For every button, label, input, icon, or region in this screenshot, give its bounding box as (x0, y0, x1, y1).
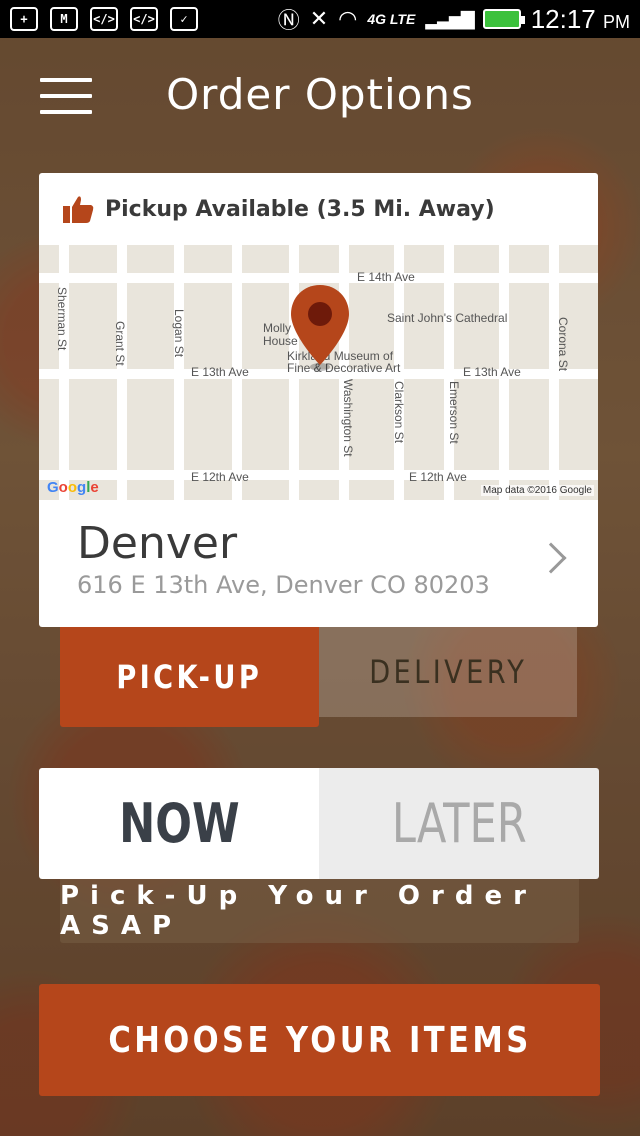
page-title: Order Options (166, 70, 474, 119)
signal-icon: ▂▃▅▇ (425, 8, 474, 29)
add-notification-icon: + (10, 7, 38, 31)
delivery-button[interactable]: DELIVERY (318, 627, 577, 717)
street-label: Corona St (556, 317, 570, 372)
delivery-label: DELIVERY (368, 653, 527, 691)
store-address: 616 E 13th Ave, Denver CO 80203 (77, 571, 490, 599)
google-logo: Google (47, 479, 99, 496)
street-label: Logan St (172, 309, 186, 358)
street-label: E 13th Ave (463, 365, 521, 379)
poi-label: Molly (263, 321, 292, 335)
clock-ampm: PM (603, 11, 630, 32)
check-icon: ✓ (170, 7, 198, 31)
time-toggle: NOW LATER (39, 768, 599, 879)
availability-row: Pickup Available (3.5 Mi. Away) (39, 173, 598, 245)
store-card[interactable]: Pickup Available (3.5 Mi. Away) E 14th A… (39, 173, 598, 627)
code-icon: </> (90, 7, 118, 31)
mute-icon: ✕ (309, 6, 329, 31)
street-label: E 12th Ave (409, 470, 467, 484)
store-name: Denver (77, 518, 238, 569)
location-pin-icon (291, 285, 349, 371)
network-type: 4G LTE (367, 11, 416, 27)
store-map[interactable]: E 14th Ave E 13th Ave E 13th Ave E 12th … (39, 245, 598, 500)
map-attribution: Map data ©2016 Google (480, 485, 594, 496)
now-label: NOW (118, 792, 240, 855)
thumbs-up-icon (63, 196, 94, 223)
later-label: LATER (391, 792, 527, 855)
time-caption: Pick-Up Your Order ASAP (60, 879, 579, 943)
choose-items-button[interactable]: CHOOSE YOUR ITEMS (39, 984, 600, 1096)
status-bar: + M </> </> ✓ Ⓝ ✕ ◠ 4G LTE ▂▃▅▇ 12:17 PM (0, 0, 640, 38)
street-label: E 12th Ave (191, 470, 249, 484)
street-label: Grant St (113, 321, 127, 366)
wifi-icon: ◠ (338, 6, 358, 31)
clock-time: 12:17 (530, 3, 596, 34)
street-label: E 13th Ave (191, 365, 249, 379)
notification-icons: + M </> </> ✓ (10, 7, 198, 31)
poi-label: Saint John's Cathedral (387, 311, 508, 325)
system-icons: Ⓝ ✕ ◠ 4G LTE ▂▃▅▇ 12:17 PM (278, 3, 630, 35)
gmail-icon: M (50, 7, 78, 31)
street-label: Sherman St (55, 287, 69, 351)
nfc-icon: Ⓝ (277, 8, 300, 33)
choose-items-label: CHOOSE YOUR ITEMS (107, 1019, 532, 1061)
later-button[interactable]: LATER (319, 768, 599, 879)
clock: 12:17 PM (531, 4, 630, 35)
street-label: E 14th Ave (357, 270, 415, 284)
pickup-availability-text: Pickup Available (3.5 Mi. Away) (105, 196, 495, 222)
street-label: Washington St (341, 379, 355, 457)
battery-icon (482, 9, 525, 29)
now-button[interactable]: NOW (39, 768, 319, 879)
street-label: Emerson St (447, 381, 461, 444)
pickup-button[interactable]: PICK-UP (60, 627, 319, 727)
street-label: Clarkson St (392, 381, 406, 444)
store-info-row[interactable]: Denver 616 E 13th Ave, Denver CO 80203 (39, 500, 598, 627)
pickup-label: PICK-UP (116, 658, 263, 696)
order-type-toggle: PICK-UP DELIVERY (60, 627, 577, 727)
code-icon: </> (130, 7, 158, 31)
